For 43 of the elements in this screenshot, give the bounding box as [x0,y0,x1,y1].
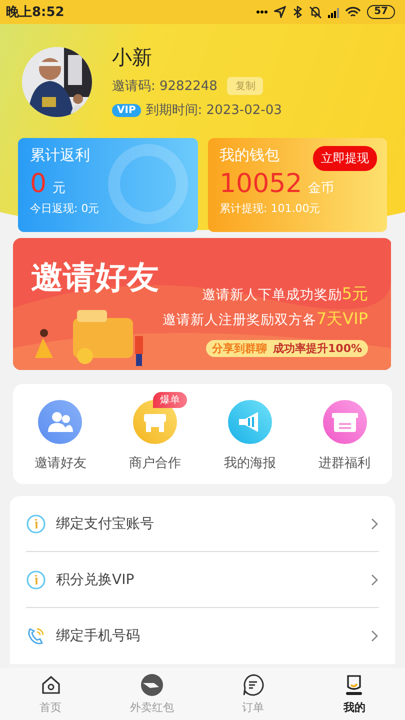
share-label: 分享到群聊 [212,341,268,356]
card-note: 累计提现: 101.00元 [220,201,322,216]
expiry-date: 到期时间: 2023-02-03 [146,102,282,119]
muted-bell-icon [309,6,322,18]
info-icon [26,570,46,590]
chat-icon [241,673,266,697]
tab-item[interactable]: 我的 [304,673,405,715]
user-name: 小新 [112,44,153,71]
info-icon [26,514,46,534]
success-rate: 成功率提升100% [273,341,362,356]
megaphone-icon [228,400,272,444]
feature-item[interactable]: 进群福利 [318,454,371,472]
location-icon [274,6,286,18]
amount-value: 10052 [220,169,302,199]
hot-badge: 爆单 [153,392,188,408]
chevron-right-icon [370,518,379,530]
gift-box-icon [322,400,367,444]
bluetooth-icon [292,6,304,18]
people-icon [38,400,82,444]
card-title: 累计返利 [30,146,90,165]
feature-item[interactable]: 邀请好友 [34,454,86,472]
menu-item[interactable]: 绑定支付宝账号 [56,514,154,532]
feature-item[interactable]: 商户合作 [129,454,182,472]
withdraw-button[interactable]: 立即提现 [313,146,377,171]
amount-value: 0 [30,169,47,199]
invite-code: 邀请码: 9282248 [112,78,218,95]
feature-item[interactable]: 我的海报 [224,454,276,472]
reward-text: 邀请新人下单成功奖励5元 [202,284,368,305]
reward-text: 邀请新人注册奖励双方各7天VIP [162,309,368,330]
status-time: 晚上8:52 [6,4,64,21]
signal-icon [328,6,340,18]
wifi-icon [345,6,362,18]
card-title: 我的钱包 [220,146,280,165]
amount-unit: 元 [52,180,66,197]
banner-title: 邀请好友 [31,257,159,298]
amount-unit: 金币 [308,180,334,197]
menu-item[interactable]: 积分兑换VIP [56,570,134,588]
phone-icon [26,626,46,646]
menu-item[interactable]: 绑定手机号码 [56,626,140,644]
battery-level: 57 [367,5,395,19]
card-note: 今日返现: 0元 [30,201,100,216]
chevron-right-icon [370,630,379,642]
chevron-right-icon [370,574,379,586]
